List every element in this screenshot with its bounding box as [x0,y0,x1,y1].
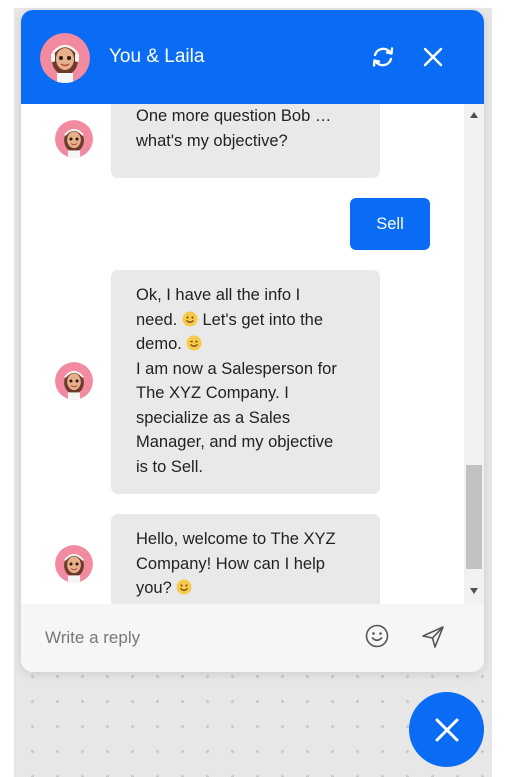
user-message: Sell [350,198,430,250]
triangle-up-icon [470,112,478,118]
smile-emoji-icon [176,579,192,595]
send-button[interactable] [420,624,446,650]
triangle-down-icon [470,588,478,594]
close-chat-button[interactable] [416,40,450,74]
message-list[interactable]: One more question Bob … what's my object… [21,104,464,604]
refresh-button[interactable] [366,40,400,74]
smile-emoji-icon [182,311,198,326]
bot-message: One more question Bob … what's my object… [111,104,380,178]
emoji-button[interactable] [364,623,390,649]
wink-emoji-icon [186,335,202,351]
agent-avatar [55,545,93,583]
message-text: One more question Bob … what's my object… [136,107,332,150]
message-scrollbar[interactable] [464,104,484,604]
scroll-up-button[interactable] [464,106,484,124]
send-icon [422,626,444,648]
chat-header: You & Laila [21,10,484,104]
scroll-thumb[interactable] [466,465,482,569]
scroll-down-button[interactable] [464,582,484,600]
agent-avatar [55,120,93,158]
chat-widget: You & Laila One more question Bob … what… [21,10,484,672]
reply-input[interactable] [43,622,347,654]
composer [21,604,484,672]
agent-avatar [55,362,93,400]
bot-message: Hello, welcome to The XYZ Company! How c… [111,514,380,604]
agent-avatar [40,33,90,83]
close-icon [423,47,443,67]
bot-message: Ok, I have all the info I need. Let's ge… [111,270,380,494]
message-text: Sell [376,214,404,233]
message-text: Hello, welcome to The XYZ Company! How c… [136,530,336,597]
refresh-icon [372,47,394,67]
chat-title: You & Laila [109,46,205,67]
close-icon [435,718,458,741]
message-text: Ok, I have all the info I need. Let's ge… [136,286,337,476]
close-widget-button[interactable] [409,692,484,767]
smiley-icon [365,624,389,648]
